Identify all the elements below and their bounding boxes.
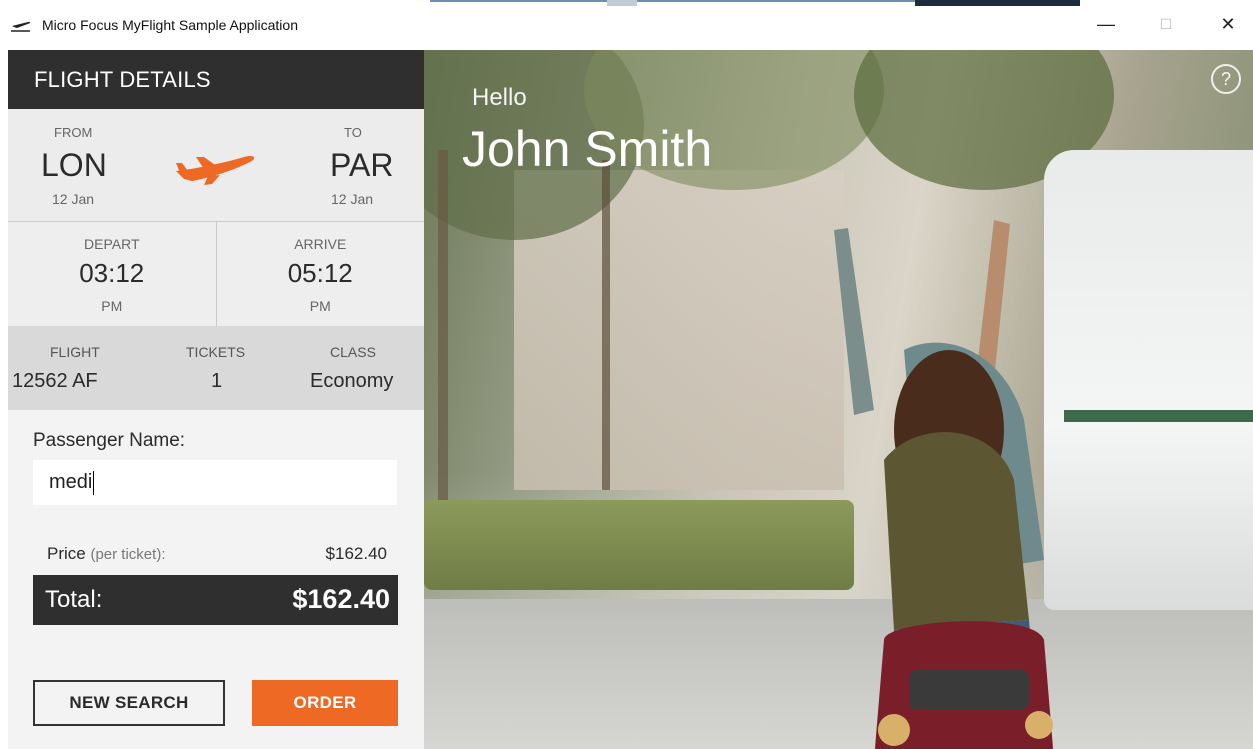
- tree-trunk: [602, 160, 610, 490]
- times-section: DEPART 03:12 PM ARRIVE 05:12 PM: [8, 222, 424, 326]
- price-sublabel: (per ticket):: [90, 546, 166, 563]
- user-name: John Smith: [462, 121, 713, 177]
- arrive-time: 05:12: [287, 258, 353, 288]
- to-date: 12 Jan: [331, 191, 374, 207]
- flight-label: FLIGHT: [50, 344, 100, 360]
- arrive-column: ARRIVE 05:12 PM: [217, 222, 425, 326]
- new-search-button[interactable]: NEW SEARCH: [33, 680, 225, 726]
- greeting-text: Hello: [472, 84, 527, 111]
- background-strip: [0, 0, 1253, 6]
- hero-background-image: Hello John Smith ?: [424, 50, 1253, 749]
- depart-column: DEPART 03:12 PM: [8, 222, 217, 326]
- class-label: CLASS: [330, 344, 376, 360]
- arrive-label: ARRIVE: [294, 236, 347, 252]
- minimize-button[interactable]: —: [1086, 8, 1126, 40]
- maximize-button[interactable]: ☐: [1146, 8, 1186, 40]
- total-amount: $162.40: [292, 584, 390, 614]
- flight-details-panel: FLIGHT DETAILS FROM LON 12 Jan TO PAR 12…: [8, 50, 424, 749]
- order-button[interactable]: ORDER: [252, 680, 398, 726]
- window-title: Micro Focus MyFlight Sample Application: [42, 17, 298, 33]
- from-date: 12 Jan: [52, 191, 95, 207]
- passenger-name-input[interactable]: medi: [33, 460, 397, 505]
- passenger-name-value: medi: [49, 471, 93, 493]
- text-caret: [93, 470, 95, 495]
- airplane-icon: [176, 155, 255, 185]
- flight-info-section: FLIGHT 12562 AF TICKETS 1 CLASS Economy: [8, 326, 424, 410]
- price-amount: $162.40: [325, 544, 387, 563]
- passenger-name-label: Passenger Name:: [33, 430, 186, 451]
- price-label: Price: [47, 544, 86, 563]
- arrive-ampm: PM: [309, 298, 331, 314]
- tickets-label: TICKETS: [186, 344, 246, 360]
- class-value: Economy: [310, 370, 394, 392]
- panel-title: FLIGHT DETAILS: [8, 50, 424, 109]
- from-code: LON: [41, 147, 107, 183]
- tickets-count: 1: [211, 370, 223, 392]
- window-titlebar: Micro Focus MyFlight Sample Application …: [0, 0, 1253, 50]
- depart-label: DEPART: [84, 236, 140, 252]
- depart-time: 03:12: [79, 258, 145, 288]
- price-row: Price (per ticket): $162.40: [47, 544, 387, 568]
- hedge: [424, 500, 854, 590]
- close-button[interactable]: ✕: [1208, 8, 1248, 40]
- flight-number: 12562 AF: [12, 370, 98, 392]
- help-icon[interactable]: ?: [1211, 64, 1241, 94]
- total-label: Total:: [45, 586, 103, 613]
- tree-trunk: [438, 150, 448, 510]
- depart-ampm: PM: [101, 298, 123, 314]
- scooter-riders-illustration: [834, 220, 1054, 749]
- from-label: FROM: [54, 125, 93, 140]
- route-section: FROM LON 12 Jan TO PAR 12 Jan: [8, 109, 424, 222]
- to-label: TO: [344, 125, 362, 140]
- to-code: PAR: [330, 147, 394, 183]
- total-bar: Total: $162.40: [33, 575, 398, 625]
- airplane-app-icon: [11, 21, 31, 32]
